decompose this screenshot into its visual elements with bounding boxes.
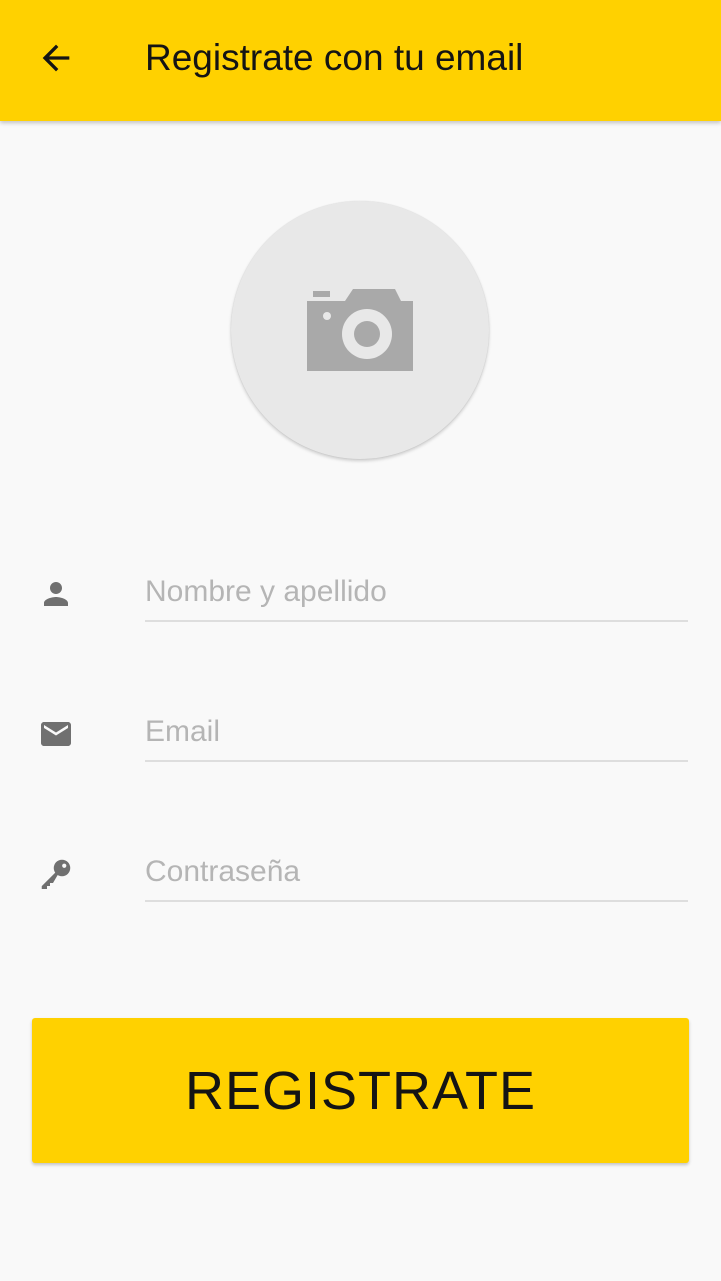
password-field[interactable] (145, 846, 688, 902)
register-screen: Registrate con tu email REGISTRATE (0, 0, 721, 1281)
email-input[interactable] (145, 706, 688, 758)
mail-icon (41, 722, 71, 746)
page-title: Registrate con tu email (145, 37, 524, 78)
key-icon (41, 859, 71, 889)
arrow-back-icon (42, 44, 70, 72)
app-bar: Registrate con tu email (0, 0, 721, 121)
register-button-label: REGISTRATE (184, 1060, 537, 1121)
register-button[interactable]: REGISTRATE (32, 1018, 689, 1163)
email-field[interactable] (145, 706, 688, 762)
name-field[interactable] (145, 566, 688, 622)
person-icon (44, 582, 68, 606)
name-input[interactable] (145, 566, 688, 618)
profile-photo-picker[interactable] (231, 201, 489, 459)
back-button[interactable] (26, 28, 86, 88)
camera-icon (307, 289, 413, 371)
password-input[interactable] (145, 846, 688, 898)
